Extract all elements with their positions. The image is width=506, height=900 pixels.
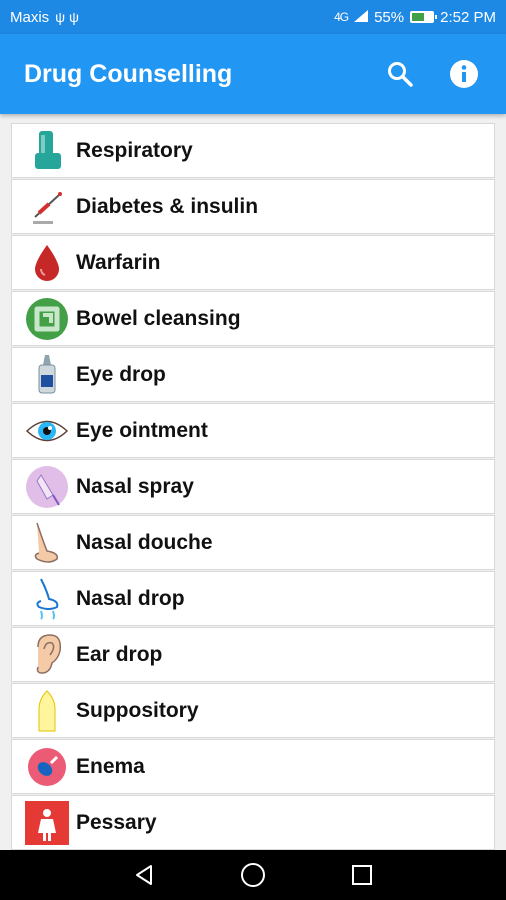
app-title: Drug Counselling xyxy=(24,59,233,88)
list-item-label: Bowel cleansing xyxy=(76,306,241,330)
nasal-drop-icon xyxy=(24,576,70,622)
list-item-label: Eye ointment xyxy=(76,418,208,442)
clock: 2:52 PM xyxy=(440,8,496,26)
list-item-nasal-spray[interactable]: Nasal spray xyxy=(11,459,495,514)
nose-icon xyxy=(24,520,70,566)
status-bar: Maxis ψ ψ 4G 55% 2:52 PM xyxy=(0,0,506,34)
navigation-bar xyxy=(0,850,506,900)
battery-percent: 55% xyxy=(374,8,405,26)
network-type: 4G xyxy=(334,10,349,24)
blood-drop-icon xyxy=(24,240,70,286)
list-item-label: Ear drop xyxy=(76,642,163,666)
status-left: Maxis ψ ψ xyxy=(10,9,79,26)
list-item-warfarin[interactable]: Warfarin xyxy=(11,235,495,290)
list-item-label: Pessary xyxy=(76,810,157,834)
list-item-label: Nasal spray xyxy=(76,474,194,498)
usb-icon: ψ ψ xyxy=(55,9,80,25)
category-list: Respiratory Diabetes & insulin Warfarin xyxy=(11,123,495,851)
list-item-label: Enema xyxy=(76,754,145,778)
intestine-icon xyxy=(24,296,70,342)
list-item-enema[interactable]: Enema xyxy=(11,739,495,794)
status-right: 4G 55% 2:52 PM xyxy=(334,9,496,26)
enema-icon xyxy=(24,744,70,790)
list-item-label: Diabetes & insulin xyxy=(76,194,259,218)
battery-icon xyxy=(410,11,438,23)
carrier-name: Maxis xyxy=(10,8,50,26)
list-item-nasal-drop[interactable]: Nasal drop xyxy=(11,571,495,626)
signal-icon xyxy=(354,9,369,26)
list-item-diabetes-insulin[interactable]: Diabetes & insulin xyxy=(11,179,495,234)
list-item-label: Eye drop xyxy=(76,362,166,386)
eye-icon xyxy=(24,408,70,454)
list-item-bowel-cleansing[interactable]: Bowel cleansing xyxy=(11,291,495,346)
list-item-suppository[interactable]: Suppository xyxy=(11,683,495,738)
inhaler-icon xyxy=(24,128,70,174)
insulin-syringe-icon xyxy=(24,184,70,230)
nasal-spray-icon xyxy=(24,464,70,510)
list-item-pessary[interactable]: Pessary xyxy=(11,795,495,850)
list-item-label: Nasal drop xyxy=(76,586,185,610)
list-item-label: Warfarin xyxy=(76,250,161,274)
suppository-icon xyxy=(24,688,70,734)
eye-drop-bottle-icon xyxy=(24,352,70,398)
list-item-label: Nasal douche xyxy=(76,530,213,554)
list-item-label: Respiratory xyxy=(76,138,193,162)
back-icon[interactable] xyxy=(124,855,164,895)
list-item-nasal-douche[interactable]: Nasal douche xyxy=(11,515,495,570)
list-item-respiratory[interactable]: Respiratory xyxy=(11,123,495,178)
app-bar: Drug Counselling xyxy=(0,34,506,114)
list-item-ear-drop[interactable]: Ear drop xyxy=(11,627,495,682)
search-icon[interactable] xyxy=(380,54,420,94)
list-item-label: Suppository xyxy=(76,698,199,722)
recents-icon[interactable] xyxy=(342,855,382,895)
info-icon[interactable] xyxy=(444,54,484,94)
ear-icon xyxy=(24,632,70,678)
list-item-eye-ointment[interactable]: Eye ointment xyxy=(11,403,495,458)
pessary-icon xyxy=(24,800,70,846)
home-icon[interactable] xyxy=(233,855,273,895)
list-item-eye-drop[interactable]: Eye drop xyxy=(11,347,495,402)
